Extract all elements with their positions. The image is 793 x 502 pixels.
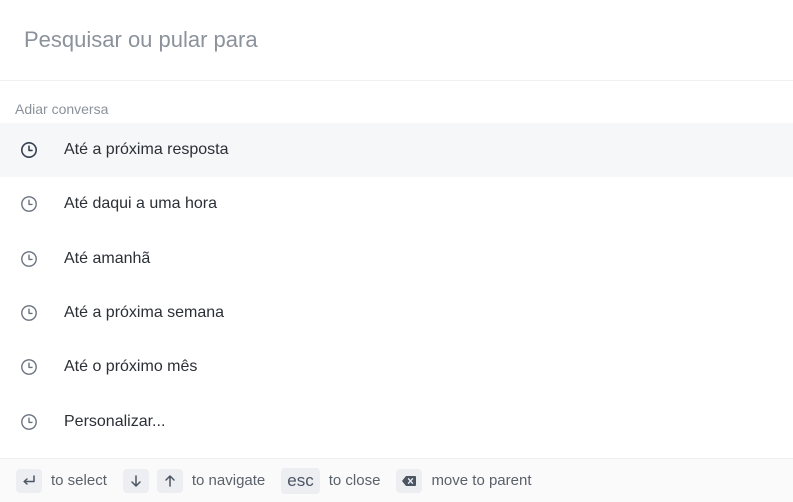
- enter-icon: [16, 468, 42, 493]
- option-next-week[interactable]: Até a próxima semana: [0, 286, 793, 340]
- option-next-month[interactable]: Até o próximo mês: [0, 340, 793, 394]
- clock-icon: [20, 250, 38, 268]
- command-palette: Adiar conversa Até a próxima resposta At…: [0, 0, 793, 502]
- backspace-icon: [396, 468, 423, 493]
- option-label: Até a próxima semana: [64, 304, 225, 322]
- select-hint: to select: [51, 472, 107, 489]
- option-next-reply[interactable]: Até a próxima resposta: [0, 123, 793, 178]
- option-one-hour[interactable]: Até daqui a uma hora: [0, 177, 793, 231]
- esc-key: esc: [281, 467, 320, 494]
- navigate-hint: to navigate: [191, 472, 266, 489]
- clock-icon: [20, 413, 38, 431]
- clock-icon: [20, 358, 38, 376]
- keyboard-hints-footer: to select to navigate esc to close move …: [0, 458, 793, 502]
- parent-hint: move to parent: [431, 472, 532, 489]
- option-label: Até daqui a uma hora: [64, 195, 217, 213]
- option-tomorrow[interactable]: Até amanhã: [0, 232, 793, 286]
- search-bar: [0, 0, 793, 81]
- option-label: Até o próximo mês: [64, 358, 198, 376]
- arrow-down-icon: [122, 468, 149, 493]
- snooze-options-list: Até a próxima resposta Até daqui a uma h…: [0, 123, 793, 449]
- clock-icon: [20, 195, 38, 213]
- option-label: Até amanhã: [64, 249, 151, 267]
- arrow-up-icon: [156, 468, 183, 493]
- close-hint: to close: [328, 472, 381, 489]
- section-title: Adiar conversa: [15, 101, 109, 117]
- option-label: Até a próxima resposta: [64, 141, 229, 159]
- option-custom[interactable]: Personalizar...: [0, 394, 793, 448]
- clock-icon: [20, 141, 38, 159]
- clock-icon: [20, 304, 38, 322]
- option-label: Personalizar...: [64, 412, 166, 430]
- search-input[interactable]: [24, 27, 764, 53]
